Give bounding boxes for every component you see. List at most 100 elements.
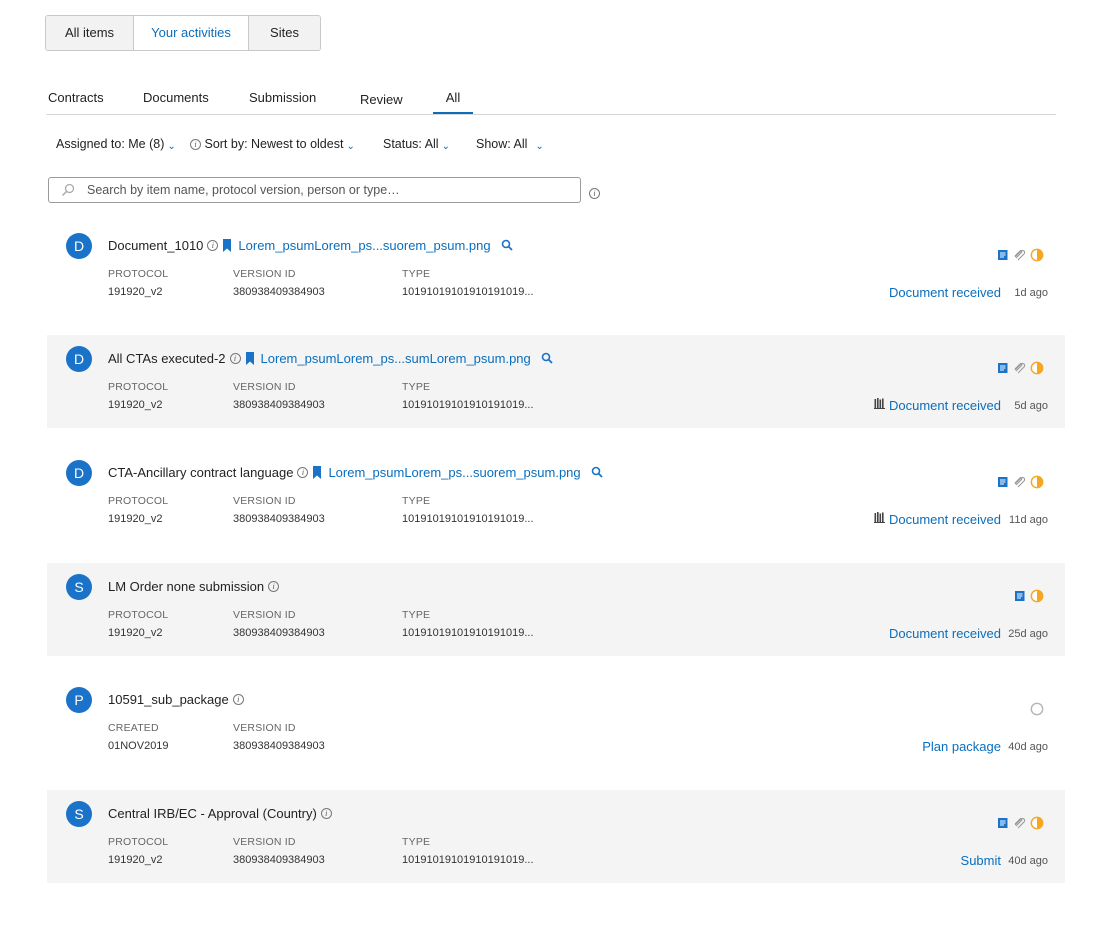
tab-your-activities[interactable]: Your activities bbox=[134, 16, 249, 50]
search-icon[interactable] bbox=[591, 466, 604, 479]
list-item[interactable]: D All CTAs executed-2 i Lorem_psumLorem_… bbox=[47, 335, 1065, 428]
timestamp: 40d ago bbox=[1008, 741, 1048, 753]
item-title[interactable]: Central IRB/EC - Approval (Country) bbox=[108, 806, 317, 821]
list-item[interactable]: D Document_1010 i Lorem_psumLorem_ps...s… bbox=[47, 222, 1065, 315]
search-box bbox=[48, 177, 581, 203]
status-filter-label: Status: All bbox=[383, 137, 439, 151]
item-title[interactable]: CTA-Ancillary contract language bbox=[108, 465, 293, 480]
protocol-label: PROTOCOL bbox=[108, 381, 169, 393]
protocol-value: 191920_v2 bbox=[108, 286, 163, 298]
chevron-down-icon: ⌄ bbox=[535, 141, 544, 152]
protocol-value: 191920_v2 bbox=[108, 513, 163, 525]
version-id-label: VERSION ID bbox=[233, 381, 296, 393]
assigned-filter[interactable]: Assigned to: Me (8) ⌄ bbox=[56, 137, 176, 152]
type-label: TYPE bbox=[402, 836, 431, 848]
tab-documents[interactable]: Documents bbox=[143, 90, 209, 112]
list-item[interactable]: S LM Order none submission i PROTOCOL 1919… bbox=[47, 563, 1065, 656]
info-icon[interactable]: i bbox=[207, 239, 219, 251]
status-link[interactable]: Document received bbox=[889, 398, 1001, 413]
search-icon[interactable] bbox=[541, 352, 554, 365]
filter-bar: Assigned to: Me (8) ⌄ i Sort by: Newest t… bbox=[0, 137, 1100, 157]
status-filter[interactable]: Status: All ⌄ bbox=[383, 137, 450, 152]
type-label: TYPE bbox=[402, 609, 431, 621]
bookmark-icon bbox=[245, 351, 254, 365]
protocol-value: 191920_v2 bbox=[108, 854, 163, 866]
tab-all[interactable]: All bbox=[433, 90, 473, 114]
half-circle-icon bbox=[1030, 816, 1044, 830]
half-circle-icon bbox=[1030, 475, 1044, 489]
item-title[interactable]: LM Order none submission bbox=[108, 579, 264, 594]
tab-review[interactable]: Review bbox=[360, 92, 403, 114]
file-link[interactable]: Lorem_psumLorem_ps...suorem_psum.png bbox=[328, 465, 580, 480]
list-item[interactable]: S Central IRB/EC - Approval (Country) i P… bbox=[47, 790, 1065, 883]
sort-filter[interactable]: i Sort by: Newest to oldest ⌄ bbox=[190, 137, 355, 152]
timestamp: 11d ago bbox=[1009, 514, 1048, 526]
info-icon[interactable]: i bbox=[232, 693, 244, 705]
avatar: D bbox=[66, 460, 92, 486]
chevron-down-icon: ⌄ bbox=[441, 141, 450, 152]
status-link[interactable]: Document received bbox=[889, 512, 1001, 527]
assigned-filter-label: Assigned to: Me (8) bbox=[56, 137, 165, 151]
list-item[interactable]: D CTA-Ancillary contract language i Lore… bbox=[47, 449, 1065, 542]
info-icon[interactable]: i bbox=[320, 807, 332, 819]
version-id-label: VERSION ID bbox=[233, 268, 296, 280]
status-link[interactable]: Submit bbox=[961, 853, 1001, 868]
type-value: 10191019101910191019... bbox=[402, 854, 534, 866]
search-icon[interactable] bbox=[501, 239, 514, 252]
protocol-label: PROTOCOL bbox=[108, 495, 169, 507]
timestamp: 1d ago bbox=[1014, 287, 1048, 299]
attachment-icon bbox=[1013, 476, 1026, 488]
document-icon bbox=[997, 817, 1009, 829]
search-icon bbox=[61, 183, 75, 197]
tab-submission[interactable]: Submission bbox=[249, 90, 316, 112]
document-icon bbox=[997, 476, 1009, 488]
tab-all-items[interactable]: All items bbox=[46, 16, 134, 50]
list-item[interactable]: P 10591_sub_package i CREATED 01NOV2019 VER… bbox=[47, 676, 1065, 769]
sort-filter-label: Sort by: Newest to oldest bbox=[204, 137, 344, 151]
avatar: P bbox=[66, 687, 92, 713]
type-value: 10191019101910191019... bbox=[402, 627, 534, 639]
item-title[interactable]: Document_1010 bbox=[108, 238, 203, 253]
tab-sites[interactable]: Sites bbox=[249, 16, 320, 50]
empty-circle-icon bbox=[1030, 702, 1044, 716]
show-filter-label: Show: All bbox=[476, 137, 528, 151]
tab-contracts[interactable]: Contracts bbox=[48, 90, 104, 112]
status-link[interactable]: Document received bbox=[889, 285, 1001, 300]
info-icon[interactable]: i bbox=[297, 466, 309, 478]
file-link[interactable]: Lorem_psumLorem_ps...suorem_psum.png bbox=[238, 238, 490, 253]
info-icon[interactable]: i bbox=[268, 580, 280, 592]
avatar: S bbox=[66, 574, 92, 600]
search-input[interactable] bbox=[85, 181, 565, 199]
version-id-value: 380938409384903 bbox=[233, 513, 325, 525]
timestamp: 5d ago bbox=[1014, 400, 1048, 412]
search-info-icon[interactable]: i bbox=[589, 188, 600, 199]
item-title[interactable]: 10591_sub_package bbox=[108, 692, 229, 707]
version-id-label: VERSION ID bbox=[233, 495, 296, 507]
timestamp: 40d ago bbox=[1008, 855, 1048, 867]
file-link[interactable]: Lorem_psumLorem_ps...sumLorem_psum.png bbox=[261, 351, 531, 366]
info-icon[interactable]: i bbox=[229, 352, 241, 364]
status-link[interactable]: Plan package bbox=[922, 739, 1001, 754]
document-icon bbox=[997, 362, 1009, 374]
half-circle-icon bbox=[1030, 248, 1044, 262]
attachment-icon bbox=[1013, 362, 1026, 374]
show-filter[interactable]: Show: All ⌄ bbox=[476, 137, 544, 152]
version-id-value: 380938409384903 bbox=[233, 627, 325, 639]
item-title-line: All CTAs executed-2 i Lorem_psumLorem_ps… bbox=[108, 349, 554, 367]
item-title[interactable]: All CTAs executed-2 bbox=[108, 351, 226, 366]
attachment-icon bbox=[1013, 817, 1026, 829]
status-link[interactable]: Document received bbox=[889, 626, 1001, 641]
category-tabs: Contracts Documents Submission Review Al… bbox=[46, 90, 1056, 115]
protocol-label: PROTOCOL bbox=[108, 609, 169, 621]
created-label: CREATED bbox=[108, 722, 159, 734]
protocol-label: PROTOCOL bbox=[108, 268, 169, 280]
document-icon bbox=[1014, 590, 1026, 602]
chevron-down-icon: ⌄ bbox=[167, 141, 176, 152]
item-title-line: LM Order none submission i bbox=[108, 577, 280, 595]
item-title-line: Central IRB/EC - Approval (Country) i bbox=[108, 804, 332, 822]
type-label: TYPE bbox=[402, 381, 431, 393]
type-value: 10191019101910191019... bbox=[402, 513, 534, 525]
half-circle-icon bbox=[1030, 361, 1044, 375]
protocol-value: 191920_v2 bbox=[108, 399, 163, 411]
type-value: 10191019101910191019... bbox=[402, 399, 534, 411]
